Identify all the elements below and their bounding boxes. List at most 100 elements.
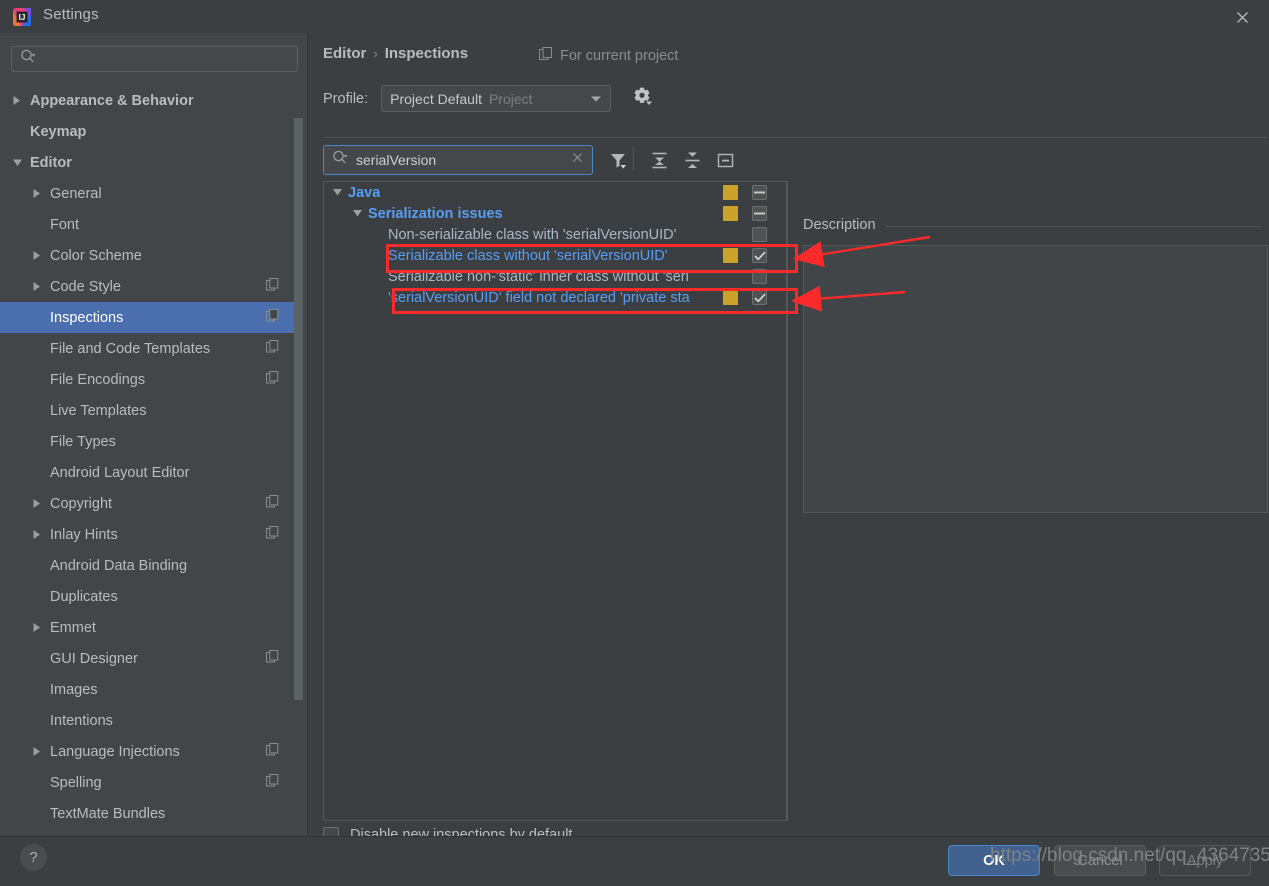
sidebar-item-color-scheme[interactable]: Color Scheme	[0, 240, 295, 271]
severity-color-swatch[interactable]	[723, 185, 738, 200]
sidebar-item-language-injections[interactable]: Language Injections	[0, 736, 295, 767]
sidebar-item-code-style[interactable]: Code Style	[0, 271, 295, 302]
sidebar-item-file-types[interactable]: File Types	[0, 426, 295, 457]
sidebar-item-duplicates[interactable]: Duplicates	[0, 581, 295, 612]
inspection-name: Serializable class without 'serialVersio…	[388, 247, 668, 264]
panel-splitter[interactable]	[790, 181, 791, 821]
profile-value: Project Default	[390, 90, 482, 107]
inspection-enabled-checkbox[interactable]	[752, 227, 767, 242]
inspection-tree-row[interactable]: 'serialVersionUID' field not declared 'p…	[324, 287, 787, 308]
sidebar-item-keymap[interactable]: Keymap	[0, 116, 295, 147]
sidebar-search-input[interactable]	[43, 51, 273, 67]
chevron-down-icon	[590, 90, 602, 108]
ok-button[interactable]: OK	[948, 845, 1040, 876]
sidebar-item-editor[interactable]: Editor	[0, 147, 295, 178]
sidebar-tree[interactable]: Appearance & Behavior Keymap Editor General…	[0, 85, 295, 830]
dialog-footer: ? OK Cancel Apply	[0, 836, 1269, 886]
sidebar-item-android-layout-editor[interactable]: Android Layout Editor	[0, 457, 295, 488]
sidebar-item-label: Font	[50, 216, 80, 233]
inspection-tree-row[interactable]: Serializable non-'static' inner class wi…	[324, 266, 787, 287]
inspections-tree-panel[interactable]: Java Serialization issues Non-serializable…	[323, 181, 788, 821]
chevron-right-icon[interactable]	[32, 622, 50, 633]
sidebar-item-emmet[interactable]: Emmet	[0, 612, 295, 643]
chevron-right-icon[interactable]	[12, 95, 30, 106]
inspection-enabled-checkbox[interactable]	[752, 248, 767, 263]
inspection-enabled-checkbox[interactable]	[752, 290, 767, 305]
search-icon	[20, 49, 37, 69]
inspection-name: Java	[348, 184, 381, 201]
sidebar-item-label: File and Code Templates	[50, 340, 211, 357]
chevron-right-icon[interactable]	[32, 498, 50, 509]
sidebar-item-label: Copyright	[50, 495, 113, 512]
inspection-tree-row[interactable]: Serialization issues	[324, 203, 787, 224]
chevron-right-icon[interactable]	[32, 746, 50, 757]
profile-row: Profile: Project Default Project	[323, 85, 653, 112]
copy-scope-icon	[539, 47, 553, 65]
sidebar-item-appearance-behavior[interactable]: Appearance & Behavior	[0, 85, 295, 116]
sidebar-search-box[interactable]	[11, 46, 298, 72]
sidebar-item-label: Appearance & Behavior	[30, 92, 194, 109]
close-icon[interactable]	[1225, 4, 1259, 30]
inspection-tree-row[interactable]: Non-serializable class with 'serialVersi…	[324, 224, 787, 245]
profile-settings-gear-button[interactable]	[631, 86, 653, 111]
sidebar-item-spelling[interactable]: Spelling	[0, 767, 295, 798]
severity-color-swatch[interactable]	[723, 206, 738, 221]
chevron-right-icon[interactable]	[32, 281, 50, 292]
project-scope-copy-icon	[266, 773, 279, 792]
project-scope-copy-icon	[266, 370, 279, 389]
chevron-down-icon[interactable]	[332, 188, 348, 197]
filter-icon[interactable]	[605, 147, 631, 173]
chevron-down-icon[interactable]	[12, 158, 30, 168]
reset-to-default-icon[interactable]	[712, 147, 738, 173]
sidebar-scrollbar-thumb[interactable]	[294, 118, 303, 700]
search-icon	[332, 150, 349, 170]
expand-all-icon[interactable]	[646, 147, 672, 173]
chevron-down-icon[interactable]	[352, 209, 368, 218]
sidebar-item-label: Spelling	[50, 774, 102, 791]
project-scope-copy-icon	[266, 742, 279, 761]
sidebar-item-inspections[interactable]: Inspections	[0, 302, 295, 333]
inspection-name: Non-serializable class with 'serialVersi…	[388, 226, 677, 243]
sidebar-item-images[interactable]: Images	[0, 674, 295, 705]
breadcrumb-editor[interactable]: Editor	[323, 45, 366, 62]
sidebar-item-intentions[interactable]: Intentions	[0, 705, 295, 736]
sidebar-item-copyright[interactable]: Copyright	[0, 488, 295, 519]
chevron-right-icon[interactable]	[32, 529, 50, 540]
sidebar-item-textmate-bundles[interactable]: TextMate Bundles	[0, 798, 295, 829]
sidebar-item-label: Language Injections	[50, 743, 180, 760]
cancel-button[interactable]: Cancel	[1054, 845, 1146, 876]
sidebar-item-label: Keymap	[30, 123, 87, 140]
chevron-right-icon[interactable]	[32, 250, 50, 261]
inspection-search-input[interactable]	[356, 152, 556, 168]
sidebar-item-file-and-code-templates[interactable]: File and Code Templates	[0, 333, 295, 364]
profile-label: Profile:	[323, 90, 369, 107]
inspection-enabled-checkbox[interactable]	[752, 206, 767, 221]
inspection-enabled-checkbox[interactable]	[752, 269, 767, 284]
breadcrumb-inspections[interactable]: Inspections	[385, 45, 468, 62]
apply-button[interactable]: Apply	[1159, 845, 1251, 876]
chevron-right-icon[interactable]	[32, 188, 50, 199]
clear-x-icon[interactable]	[571, 151, 584, 169]
inspection-tree-row[interactable]: Java	[324, 182, 787, 203]
sidebar-item-file-encodings[interactable]: File Encodings	[0, 364, 295, 395]
severity-color-swatch[interactable]	[723, 290, 738, 305]
sidebar-item-general[interactable]: General	[0, 178, 295, 209]
inspection-search-box[interactable]	[323, 145, 593, 175]
inspection-tree-row[interactable]: Serializable class without 'serialVersio…	[324, 245, 787, 266]
help-button[interactable]: ?	[20, 844, 47, 871]
sidebar-item-gui-designer[interactable]: GUI Designer	[0, 643, 295, 674]
inspection-enabled-checkbox[interactable]	[752, 185, 767, 200]
sidebar-item-label: Android Layout Editor	[50, 464, 190, 481]
sidebar-item-font[interactable]: Font	[0, 209, 295, 240]
sidebar-item-label: TextMate Bundles	[50, 805, 166, 822]
profile-select[interactable]: Project Default Project	[381, 85, 612, 112]
severity-color-swatch[interactable]	[723, 248, 738, 263]
intellij-idea-logo-icon: IJ	[12, 7, 32, 27]
sidebar-item-android-data-binding[interactable]: Android Data Binding	[0, 550, 295, 581]
gear-icon	[632, 86, 653, 111]
collapse-all-icon[interactable]	[679, 147, 705, 173]
sidebar-item-inlay-hints[interactable]: Inlay Hints	[0, 519, 295, 550]
sidebar-item-label: General	[50, 185, 102, 202]
sidebar-item-live-templates[interactable]: Live Templates	[0, 395, 295, 426]
inspections-tree[interactable]: Java Serialization issues Non-serializable…	[324, 182, 787, 308]
